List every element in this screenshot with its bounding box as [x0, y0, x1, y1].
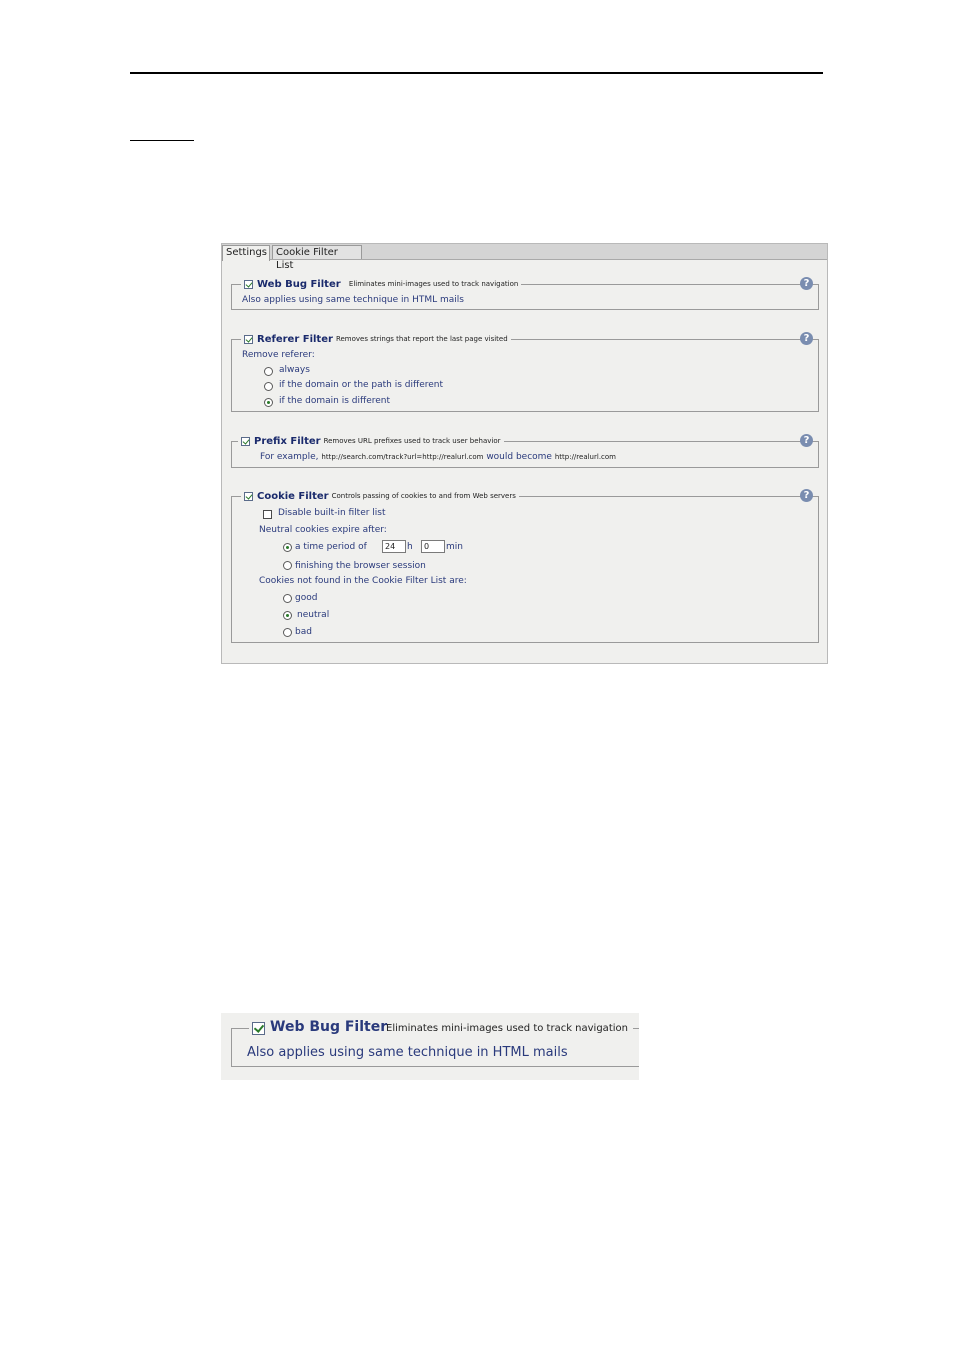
- referer-filter-desc: Removes strings that report the last pag…: [335, 335, 508, 343]
- cookie-class-label[interactable]: good: [295, 593, 317, 603]
- prefix-filter-title: Prefix Filter: [254, 435, 321, 447]
- settings-panel: Settings Cookie Filter List Web Bug Filt…: [221, 243, 828, 664]
- time-period-label[interactable]: a time period of: [295, 542, 367, 552]
- prefix-example-result: http://realurl.com: [554, 453, 616, 461]
- cookie-class-radio[interactable]: [283, 628, 292, 637]
- minutes-unit: min: [446, 542, 463, 552]
- cookie-filter-legend: Cookie Filter Controls passing of cookie…: [241, 489, 519, 503]
- cookie-filter-desc: Controls passing of cookies to and from …: [331, 492, 516, 500]
- web-bug-filter-checkbox[interactable]: [244, 279, 253, 289]
- expire-label: Neutral cookies expire after:: [259, 525, 387, 535]
- cookie-class-label[interactable]: bad: [295, 627, 312, 637]
- group-line: [633, 1028, 639, 1029]
- web-bug-filter-legend: Web Bug Filter Eliminates mini-images us…: [241, 277, 522, 291]
- web-bug-filter-title: Web Bug Filter: [270, 1019, 388, 1035]
- session-label[interactable]: finishing the browser session: [295, 561, 426, 571]
- cookie-filter-title: Cookie Filter: [257, 490, 329, 502]
- minutes-input[interactable]: 0: [421, 540, 445, 553]
- web-bug-filter-title: Web Bug Filter: [257, 278, 341, 290]
- prefix-example: For example, http://search.com/track?url…: [260, 452, 616, 462]
- web-bug-filter-note: Also applies using same technique in HTM…: [242, 295, 464, 305]
- prefix-filter-legend: Prefix Filter Removes URL prefixes used …: [238, 434, 504, 448]
- referer-option-label[interactable]: if the domain is different: [279, 396, 390, 406]
- session-radio[interactable]: [283, 561, 292, 570]
- prefix-filter-checkbox[interactable]: [241, 436, 250, 446]
- group-line: [231, 1028, 232, 1067]
- tab-bar: Settings Cookie Filter List: [222, 244, 827, 271]
- referer-filter-title: Referer Filter: [257, 333, 333, 345]
- cookie-class-label[interactable]: neutral: [297, 610, 329, 620]
- remove-referer-label: Remove referer:: [242, 350, 315, 360]
- web-bug-filter-zoom: Web Bug Filter Eliminates mini-images us…: [221, 1013, 639, 1080]
- referer-option-radio[interactable]: [264, 367, 273, 376]
- referer-option-radio[interactable]: [264, 398, 273, 407]
- referer-filter-checkbox[interactable]: [244, 334, 253, 344]
- hours-input[interactable]: 24: [382, 540, 406, 553]
- disable-builtin-label[interactable]: Disable built-in filter list: [278, 508, 386, 518]
- prefix-example-lead: For example,: [260, 452, 319, 462]
- web-bug-filter-desc: Eliminates mini-images used to track nav…: [386, 1023, 628, 1034]
- hours-unit: h: [407, 542, 413, 552]
- help-icon[interactable]: ?: [800, 434, 813, 447]
- tab-cookie-filter-list[interactable]: Cookie Filter List: [272, 245, 362, 271]
- web-bug-filter-desc: Eliminates mini-images used to track nav…: [348, 280, 519, 288]
- page-top-rule: [130, 72, 823, 74]
- web-bug-filter-note: Also applies using same technique in HTM…: [247, 1045, 568, 1060]
- cookie-filter-checkbox[interactable]: [244, 491, 253, 501]
- heading-underline: [130, 140, 194, 141]
- prefix-example-mid: would become: [486, 452, 552, 462]
- help-icon[interactable]: ?: [800, 277, 813, 290]
- cookie-class-radio[interactable]: [283, 611, 292, 620]
- group-line: [231, 1028, 249, 1029]
- help-icon[interactable]: ?: [800, 489, 813, 502]
- referer-option-label[interactable]: always: [279, 365, 310, 375]
- group-line: [231, 1066, 639, 1067]
- disable-builtin-checkbox[interactable]: [263, 510, 272, 519]
- prefix-filter-desc: Removes URL prefixes used to track user …: [323, 437, 501, 445]
- referer-option-radio[interactable]: [264, 382, 273, 391]
- cookie-class-radio[interactable]: [283, 594, 292, 603]
- web-bug-filter-checkbox[interactable]: [252, 1022, 265, 1035]
- notfound-label: Cookies not found in the Cookie Filter L…: [259, 576, 467, 586]
- time-period-radio[interactable]: [283, 543, 292, 552]
- help-icon[interactable]: ?: [800, 332, 813, 345]
- tab-settings[interactable]: Settings: [222, 245, 270, 261]
- referer-option-label[interactable]: if the domain or the path is different: [279, 380, 443, 390]
- referer-filter-legend: Referer Filter Removes strings that repo…: [241, 332, 511, 346]
- prefix-example-url: http://search.com/track?url=http://realu…: [321, 453, 484, 461]
